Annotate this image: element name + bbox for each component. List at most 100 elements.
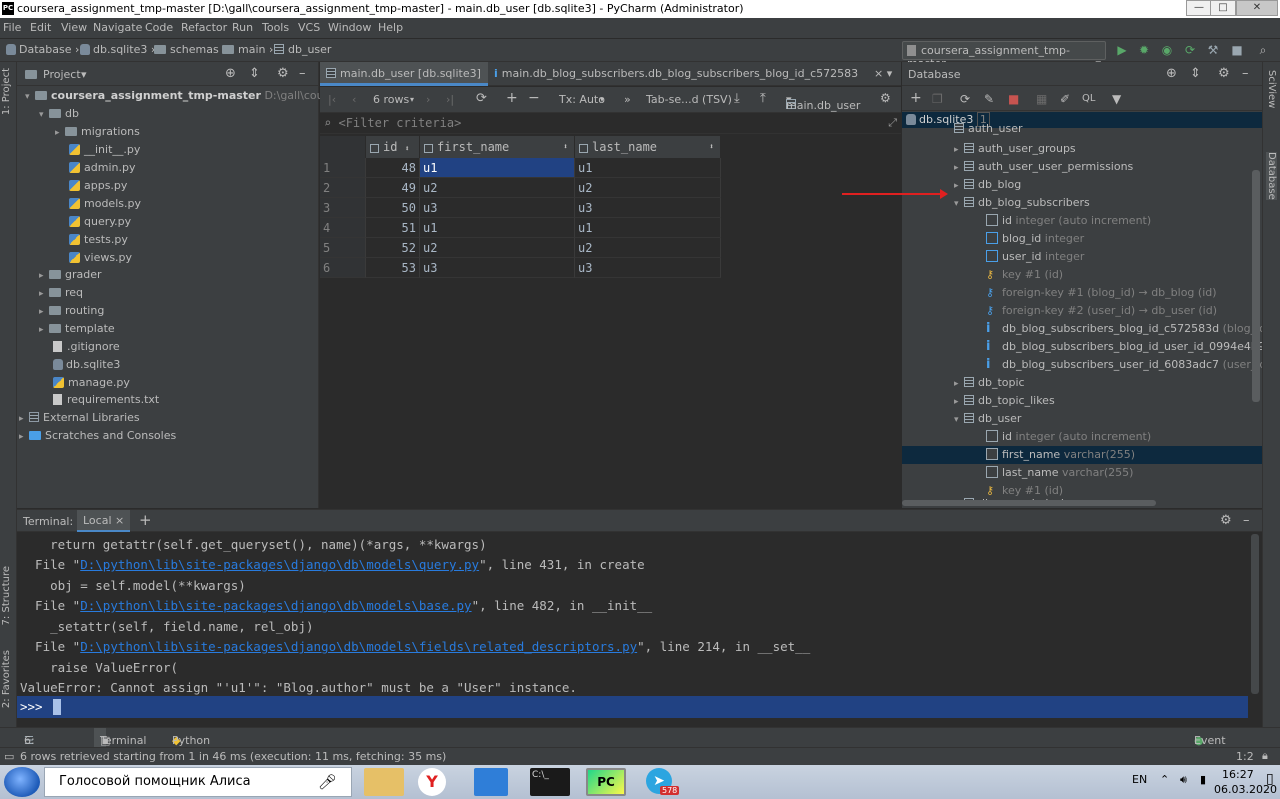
tool-window-project[interactable]: 1: Project — [1, 68, 12, 115]
status-layout-icon[interactable]: ▭ — [4, 750, 14, 763]
tree-item-template[interactable]: ▸ template — [39, 320, 115, 338]
cell-id[interactable]: 53 — [366, 258, 420, 278]
tree-item-tests-py[interactable]: tests.py — [69, 231, 128, 249]
caret-position[interactable]: 1:2 — [1236, 750, 1254, 763]
row-number[interactable]: 4 — [320, 218, 366, 238]
download-icon[interactable]: ⤓ — [734, 91, 740, 106]
menu-run[interactable]: Run — [232, 21, 253, 34]
cell-first-name[interactable]: u3 — [420, 198, 575, 218]
breadcrumb-db-sqlite3[interactable]: db.sqlite3 › — [80, 43, 155, 56]
db-index[interactable]: i db_blog_subscribers_blog_id_c572583d (b… — [986, 320, 1262, 338]
add-row-icon[interactable]: + — [506, 90, 518, 106]
expand-filter-icon[interactable]: ⤢ — [888, 116, 897, 130]
tree-item-external-libraries[interactable]: ▸ External Libraries — [19, 409, 140, 427]
vscode-icon[interactable] — [474, 768, 508, 796]
command-prompt-icon[interactable]: C:\_ — [530, 768, 570, 796]
menu-refactor[interactable]: Refactor — [181, 21, 227, 34]
clock-time[interactable]: 16:27 — [1222, 768, 1254, 781]
tree-item-scratches[interactable]: ▸ Scratches and Consoles — [19, 427, 176, 445]
tree-item-routing[interactable]: ▸ routing — [39, 302, 104, 320]
database-h-scrollbar[interactable] — [902, 500, 1156, 506]
chevron-down-icon[interactable]: ▾ — [81, 68, 87, 81]
cell-first-name-selected[interactable]: u1 — [420, 158, 575, 178]
edit-properties-icon[interactable]: ✎ — [984, 92, 994, 106]
stop-icon[interactable]: ■ — [1230, 43, 1244, 57]
tree-item-models-py[interactable]: models.py — [69, 195, 141, 213]
cell-id[interactable]: 49 — [366, 178, 420, 198]
db-table-db-topic-likes[interactable]: ▸ db_topic_likes — [954, 392, 1055, 410]
telegram-icon[interactable]: ➤ 578 — [640, 768, 680, 796]
tree-item-apps-py[interactable]: apps.py — [69, 177, 127, 195]
run-config-selector[interactable]: coursera_assignment_tmp-master ▾ — [902, 41, 1106, 70]
rows-count[interactable]: 6 rows — [373, 93, 409, 106]
network-icon[interactable]: ▮ — [1200, 773, 1206, 786]
console-icon[interactable]: QL — [1082, 93, 1095, 104]
menu-tools[interactable]: Tools — [262, 21, 289, 34]
add-datasource-icon[interactable]: + — [910, 90, 922, 106]
menu-navigate[interactable]: Navigate — [93, 21, 142, 34]
cell-last-name[interactable]: u1 — [575, 218, 721, 238]
tab-index-view[interactable]: i main.db_blog_subscribers.db_blog_subscr… — [488, 62, 858, 86]
hide-icon[interactable]: – — [1243, 513, 1250, 528]
delete-row-icon[interactable]: − — [528, 90, 540, 106]
column-header-first-name[interactable]: first_name ⬍ — [420, 136, 575, 158]
file-link[interactable]: D:\python\lib\site-packages\django\db\mo… — [80, 639, 637, 654]
row-number[interactable]: 5 — [320, 238, 366, 258]
menu-window[interactable]: Window — [328, 21, 371, 34]
cell-id[interactable]: 52 — [366, 238, 420, 258]
profile-icon[interactable]: ⟳ — [1183, 43, 1197, 57]
db-unique-index[interactable]: i db_blog_subscribers_blog_id_user_id_099… — [986, 338, 1262, 356]
db-column-selected[interactable]: first_name varchar(255) — [902, 446, 1262, 464]
db-index[interactable]: i db_blog_subscribers_user_id_6083adc7 (u… — [986, 356, 1262, 374]
collapse-icon[interactable]: ⇕ — [249, 66, 260, 81]
close-button[interactable]: ✕ — [1236, 0, 1278, 16]
menu-view[interactable]: View — [61, 21, 87, 34]
db-table-db-user[interactable]: ▾ db_user — [954, 410, 1021, 428]
minimize-button[interactable]: — — [1186, 0, 1212, 16]
tree-item-admin-py[interactable]: admin.py — [69, 159, 135, 177]
breadcrumb-main[interactable]: main › — [222, 43, 273, 56]
windows-start-icon[interactable] — [4, 767, 40, 797]
tree-item-db-sqlite3[interactable]: db.sqlite3 — [53, 356, 120, 374]
hide-icon[interactable]: – — [299, 66, 306, 81]
maximize-button[interactable]: □ — [1210, 0, 1236, 16]
lock-icon[interactable]: 🔒︎ — [1262, 749, 1268, 763]
cell-first-name[interactable]: u1 — [420, 218, 575, 238]
cell-id[interactable]: 48 — [366, 158, 420, 178]
menu-file[interactable]: File — [3, 21, 21, 34]
db-table-db-blog[interactable]: ▸ db_blog — [954, 176, 1021, 194]
tree-item-init-py[interactable]: __init__.py — [69, 141, 140, 159]
db-table-db-topic[interactable]: ▸ db_topic — [954, 374, 1025, 392]
cell-last-name[interactable]: u2 — [575, 178, 721, 198]
row-number[interactable]: 3 — [320, 198, 366, 218]
gear-icon[interactable]: ⚙ — [1218, 66, 1230, 81]
close-tab-icon[interactable]: × — [115, 514, 124, 527]
file-link[interactable]: D:\python\lib\site-packages\django\db\mo… — [80, 598, 471, 613]
prev-page-icon[interactable]: ‹ — [352, 93, 356, 106]
cell-id[interactable]: 51 — [366, 218, 420, 238]
tree-item-gitignore[interactable]: .gitignore — [53, 338, 120, 356]
breadcrumb-schemas[interactable]: schemas › — [154, 43, 227, 56]
db-table-auth-user-groups[interactable]: ▸ auth_user_groups — [954, 140, 1076, 158]
db-table-auth-user-user-permissions[interactable]: ▸ auth_user_user_permissions — [954, 158, 1133, 176]
sort-icon[interactable]: ⬍ — [563, 136, 568, 158]
cell-first-name[interactable]: u2 — [420, 178, 575, 198]
menu-help[interactable]: Help — [378, 21, 403, 34]
sort-icon[interactable]: ⬍ — [709, 136, 714, 158]
cell-last-name[interactable]: u2 — [575, 238, 721, 258]
hide-icon[interactable]: – — [1242, 66, 1249, 81]
tree-item-requirements-txt[interactable]: requirements.txt — [53, 391, 159, 409]
locate-icon[interactable]: ⊕ — [1166, 66, 1177, 81]
filter-icon[interactable]: ▼ — [1112, 92, 1121, 106]
tool-window-favorites[interactable]: 2: Favorites — [1, 650, 12, 708]
language-indicator[interactable]: EN — [1132, 773, 1147, 786]
settings-icon[interactable]: ⚙ — [880, 91, 891, 105]
db-column[interactable]: id integer (auto increment) — [986, 428, 1151, 446]
menu-vcs[interactable]: VCS — [298, 21, 320, 34]
cell-first-name[interactable]: u3 — [420, 258, 575, 278]
tab-main-db-user[interactable]: main.db_user [db.sqlite3] × — [320, 62, 488, 104]
search-everywhere-icon[interactable]: ⌕ — [1256, 43, 1270, 57]
tab-overflow[interactable]: × ▾ — [868, 62, 901, 86]
tool-tab-terminal[interactable]: ▣ Terminal — [94, 728, 147, 748]
db-column[interactable]: blog_id integer — [986, 230, 1084, 248]
